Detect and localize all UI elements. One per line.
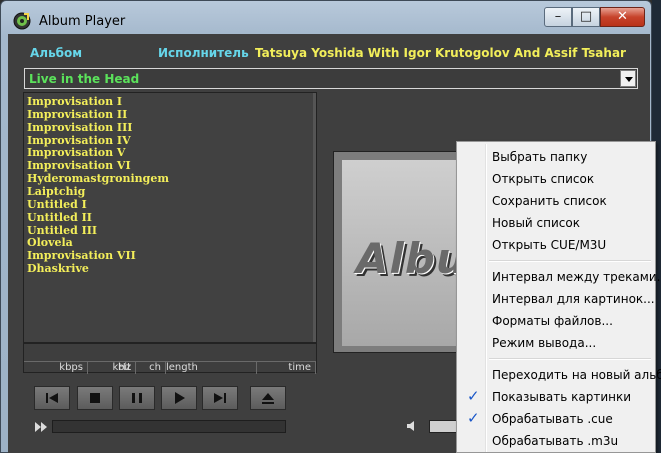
track-item[interactable]: Improvisation VI	[27, 159, 131, 172]
context-menu: Выбрать папку Открыть список Сохранить спи…	[456, 141, 661, 453]
menu-item[interactable]: ✓ Показывать картинки	[460, 386, 654, 408]
album-label: Альбом	[30, 46, 83, 60]
track-item[interactable]: Untitled II	[27, 211, 92, 224]
minimize-button[interactable]: –	[544, 7, 572, 27]
info-column-bit: bit	[114, 362, 136, 374]
track-item[interactable]: Improvisation IV	[27, 134, 131, 147]
app-icon	[13, 12, 31, 30]
info-column-kbps: kbps	[24, 362, 88, 374]
menu-item[interactable]: Переходить на новый альбом	[460, 364, 661, 386]
track-item[interactable]: Improvisation V	[27, 146, 125, 159]
window-title: Album Player	[39, 14, 126, 29]
menu-item[interactable]: Интервал между треками...	[460, 266, 661, 288]
track-item[interactable]: Improvisation III	[27, 121, 132, 134]
menu-item-label: Показывать картинки	[492, 390, 632, 404]
track-info-bar: kbps kHz bit ch length time	[23, 343, 317, 374]
album-select-value: Live in the Head	[29, 72, 140, 86]
play-button[interactable]	[161, 386, 197, 410]
menu-item-label: Обрабатывать .cue	[492, 412, 613, 426]
info-column-ch: ch	[136, 362, 166, 374]
menu-item-label: Форматы файлов...	[492, 314, 613, 328]
track-list-scrollbar[interactable]	[313, 93, 316, 342]
menu-item-label: Обрабатывать .m3u	[492, 434, 619, 448]
menu-item[interactable]: Интервал для картинок...	[460, 288, 655, 310]
menu-item[interactable]: Режим вывода...	[460, 332, 654, 354]
eject-button[interactable]	[250, 386, 286, 410]
album-art: Album	[333, 151, 463, 353]
next-button[interactable]	[202, 386, 238, 410]
menu-separator	[489, 260, 651, 262]
album-select[interactable]: Live in the Head	[24, 68, 638, 89]
play-icon	[175, 392, 185, 404]
menu-item[interactable]: Сохранить список	[460, 190, 654, 212]
info-column-time: time	[257, 362, 316, 374]
chevron-down-icon[interactable]	[620, 70, 636, 87]
next-icon	[214, 393, 226, 403]
previous-button[interactable]	[34, 386, 70, 410]
album-art-image: Album	[342, 160, 462, 346]
track-item[interactable]: Untitled III	[27, 224, 97, 237]
menu-item[interactable]: Новый список	[460, 212, 654, 234]
menu-item[interactable]: Открыть список	[460, 168, 654, 190]
info-columns: kbps kHz bit ch length time	[24, 361, 316, 374]
track-item[interactable]: Olovela	[27, 236, 73, 249]
menu-item[interactable]: Открыть CUE/M3U	[460, 234, 654, 256]
close-button[interactable]: ✕	[600, 7, 645, 27]
menu-item-label: Интервал между треками...	[492, 270, 661, 284]
title-bar[interactable]: Album Player – □ ✕	[1, 1, 651, 35]
menu-item-label: Интервал для картинок...	[492, 292, 655, 306]
menu-item[interactable]: Выбрать папку	[460, 146, 654, 168]
menu-item-label: Открыть список	[492, 172, 595, 186]
checkmark-icon: ✓	[467, 409, 480, 427]
pause-icon	[132, 393, 142, 403]
track-item[interactable]: Dhaskrive	[27, 262, 89, 275]
track-item[interactable]: Laiptchig	[27, 185, 85, 198]
menu-separator	[489, 358, 651, 360]
pause-button[interactable]	[119, 386, 155, 410]
track-list[interactable]: Improvisation I Improvisation II Improvisa…	[23, 92, 317, 343]
stop-icon	[90, 393, 100, 403]
checkmark-icon: ✓	[467, 387, 480, 405]
menu-item-label: Открыть CUE/M3U	[492, 238, 607, 252]
menu-item-label: Переходить на новый альбом	[492, 368, 661, 382]
eject-icon	[262, 393, 274, 404]
menu-item-label: Сохранить список	[492, 194, 607, 208]
speaker-icon	[407, 421, 414, 431]
artist-label: Исполнитель	[158, 46, 249, 60]
track-item[interactable]: Untitled I	[27, 198, 87, 211]
maximize-button[interactable]: □	[572, 7, 600, 27]
track-item[interactable]: Improvisation II	[27, 108, 127, 121]
stop-button[interactable]	[77, 386, 113, 410]
menu-item-label: Выбрать папку	[492, 150, 588, 164]
track-item[interactable]: Hyderomastgroningem	[27, 172, 169, 185]
seek-bar[interactable]	[52, 420, 286, 433]
album-art-text: Album	[356, 234, 462, 283]
track-item[interactable]: Improvisation VII	[27, 249, 136, 262]
menu-item[interactable]: ✓ Обрабатывать .cue	[460, 408, 654, 430]
track-item[interactable]: Improvisation I	[27, 95, 122, 108]
artist-value: Tatsuya Yoshida With Igor Krutogolov And…	[255, 46, 626, 60]
menu-item[interactable]: Обрабатывать .m3u	[460, 430, 654, 452]
info-column-length: length	[166, 362, 257, 374]
fast-forward-icon[interactable]	[34, 420, 48, 434]
menu-item[interactable]: Форматы файлов...	[460, 310, 654, 332]
menu-item-label: Режим вывода...	[492, 336, 597, 350]
previous-icon	[46, 393, 58, 403]
menu-item-label: Новый список	[492, 216, 580, 230]
